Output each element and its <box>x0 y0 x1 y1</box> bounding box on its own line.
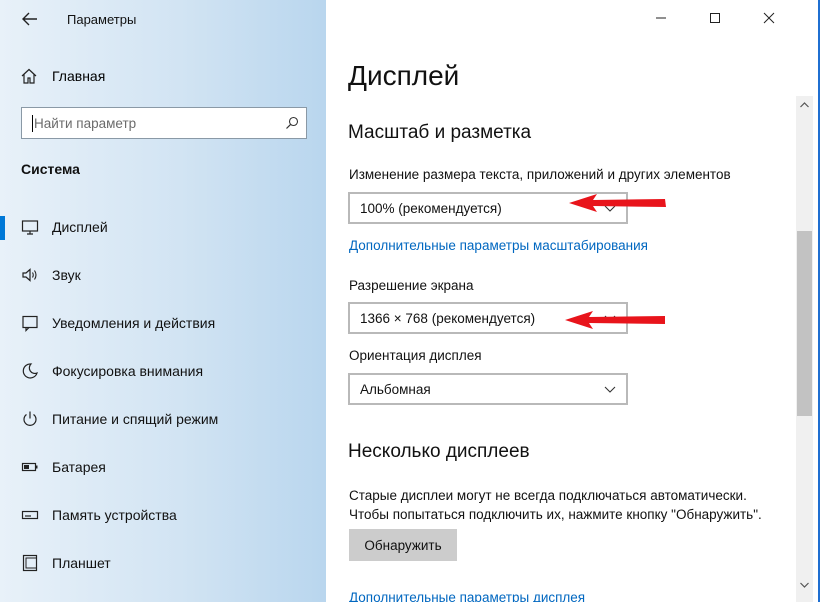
sidebar-item-storage[interactable]: Память устройства <box>0 492 326 540</box>
dropdown-value: 1366 × 768 (рекомендуется) <box>360 311 536 326</box>
sidebar-item-label: Питание и спящий режим <box>52 411 219 427</box>
sidebar-nav: Дисплей Звук Уведомления и действия Фоку… <box>0 204 326 588</box>
notification-icon <box>22 315 38 332</box>
sidebar-item-sound[interactable]: Звук <box>0 252 326 300</box>
close-button[interactable] <box>742 0 796 36</box>
minimize-button[interactable] <box>634 0 688 36</box>
app-title: Параметры <box>67 12 137 27</box>
orientation-dropdown[interactable]: Альбомная <box>348 373 628 405</box>
page-title: Дисплей <box>348 60 460 91</box>
advanced-display-link[interactable]: Дополнительные параметры дисплея <box>349 590 585 602</box>
chevron-down-icon <box>604 386 616 393</box>
sidebar-item-battery[interactable]: Батарея <box>0 444 326 492</box>
sidebar-item-label: Уведомления и действия <box>52 315 216 331</box>
sidebar-item-focus-assist[interactable]: Фокусировка внимания <box>0 348 326 396</box>
section-title-scale: Масштаб и разметка <box>348 122 532 143</box>
sidebar: Параметры Главная Система Диспле <box>0 0 326 602</box>
speaker-icon <box>22 268 37 282</box>
search-input[interactable] <box>30 108 284 138</box>
title-bar: Параметры <box>0 0 326 40</box>
sidebar-item-label: Память устройства <box>52 507 177 523</box>
sidebar-item-notifications[interactable]: Уведомления и действия <box>0 300 326 348</box>
sidebar-item-label: Фокусировка внимания <box>52 363 204 379</box>
window-controls <box>634 0 796 36</box>
maximize-button[interactable] <box>688 0 742 36</box>
storage-icon <box>21 510 39 520</box>
annotation-arrow-scale <box>569 194 666 212</box>
scroll-thumb[interactable] <box>797 231 812 416</box>
sidebar-item-label: Планшет <box>52 555 111 571</box>
section-title-multiple-displays: Несколько дисплеев <box>348 441 530 462</box>
battery-icon <box>21 462 38 472</box>
sidebar-section-title: Система <box>21 161 80 177</box>
moon-icon <box>22 363 38 379</box>
sidebar-item-label: Звук <box>52 267 81 283</box>
scroll-down-icon[interactable] <box>796 578 813 592</box>
search-icon[interactable] <box>285 116 299 130</box>
annotation-arrow-resolution <box>565 311 665 329</box>
vertical-scrollbar[interactable] <box>796 96 813 602</box>
scale-label: Изменение размера текста, приложений и д… <box>349 167 731 182</box>
multiple-displays-description-line2: Чтобы попытаться подключить их, нажмите … <box>349 507 762 522</box>
back-arrow-icon[interactable] <box>20 9 40 29</box>
home-icon <box>21 68 37 84</box>
main-content: Дисплей Масштаб и разметка Изменение раз… <box>326 0 796 602</box>
power-icon <box>23 411 37 426</box>
sidebar-item-label: Батарея <box>52 459 106 475</box>
sidebar-item-label: Главная <box>52 68 106 84</box>
tablet-icon <box>22 554 38 572</box>
sidebar-item-home[interactable]: Главная <box>20 64 105 88</box>
sidebar-item-display[interactable]: Дисплей <box>0 204 326 252</box>
monitor-icon <box>21 220 39 235</box>
sidebar-item-power[interactable]: Питание и спящий режим <box>0 396 326 444</box>
resolution-label: Разрешение экрана <box>349 278 474 293</box>
detect-button[interactable]: Обнаружить <box>349 529 457 561</box>
dropdown-value: 100% (рекомендуется) <box>360 201 502 216</box>
close-icon <box>763 12 775 24</box>
scroll-up-icon[interactable] <box>796 98 813 112</box>
search-box[interactable] <box>21 107 307 139</box>
maximize-icon <box>710 13 720 23</box>
multiple-displays-description-line1: Старые дисплеи могут не всегда подключат… <box>349 488 747 503</box>
settings-window: Параметры Главная Система Диспле <box>0 0 818 602</box>
dropdown-value: Альбомная <box>360 382 431 397</box>
minimize-icon <box>656 17 666 19</box>
sidebar-item-label: Дисплей <box>52 219 108 235</box>
sidebar-item-tablet[interactable]: Планшет <box>0 540 326 588</box>
advanced-scaling-link[interactable]: Дополнительные параметры масштабирования <box>349 238 648 253</box>
orientation-label: Ориентация дисплея <box>349 348 482 363</box>
